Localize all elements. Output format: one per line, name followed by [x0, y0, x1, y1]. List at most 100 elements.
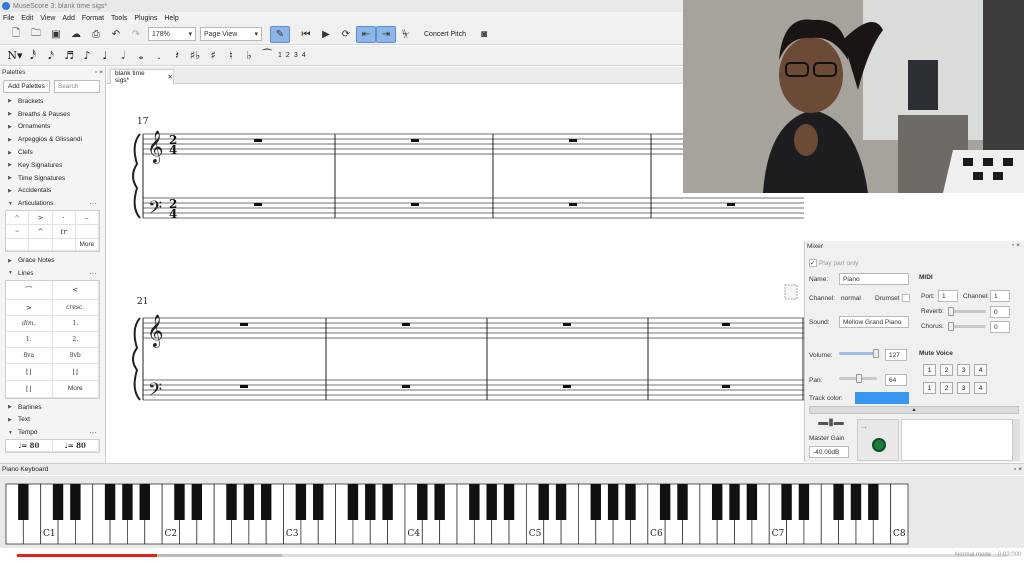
- close-icon[interactable]: ✕: [168, 73, 173, 81]
- video-progress-track[interactable]: [17, 554, 1007, 557]
- loop-out-icon[interactable]: ⇥: [376, 25, 396, 43]
- palette-search-input[interactable]: Search: [53, 79, 100, 93]
- pan-slider-handle[interactable]: [856, 374, 862, 383]
- sound-select[interactable]: Mellow Grand Piano: [839, 316, 909, 328]
- pedal-bracket-icon[interactable]: ⌊⌋: [52, 364, 99, 381]
- eighth-note-icon[interactable]: ♪: [78, 48, 96, 64]
- black-key[interactable]: [590, 484, 601, 520]
- pan-spinbox[interactable]: 64: [885, 374, 907, 386]
- black-key[interactable]: [382, 484, 393, 520]
- voice-3-button[interactable]: 3: [292, 52, 300, 59]
- tempo-marking[interactable]: ♩= 80: [52, 440, 99, 453]
- port-spinbox[interactable]: 1: [938, 290, 958, 302]
- mixer-scrollbar[interactable]: [1013, 419, 1020, 461]
- add-palettes-button[interactable]: Add Palettes: [3, 79, 50, 93]
- track-color-swatch[interactable]: [855, 392, 909, 404]
- marcato-icon[interactable]: ^: [29, 225, 53, 240]
- reverb-spinbox[interactable]: 0: [990, 306, 1010, 318]
- mute-voice-4-staff2[interactable]: 4: [974, 382, 987, 394]
- black-key[interactable]: [798, 484, 810, 520]
- palette-key-signatures[interactable]: ▶ Key Signatures: [0, 159, 105, 172]
- palette-text[interactable]: ▶ Text: [0, 414, 105, 427]
- mute-knob-icon[interactable]: [872, 438, 886, 452]
- black-key[interactable]: [711, 484, 723, 520]
- palette-arpeggios[interactable]: ▶ Arpeggios & Glissandi: [0, 133, 105, 146]
- black-key[interactable]: [625, 484, 636, 520]
- black-key[interactable]: [18, 484, 29, 520]
- mute-voice-3-staff2[interactable]: 3: [957, 382, 970, 394]
- black-key[interactable]: [104, 484, 116, 520]
- volume-spinbox[interactable]: 127: [885, 349, 907, 361]
- rest-icon[interactable]: 𝄽: [168, 48, 186, 64]
- mute-voice-3-staff1[interactable]: 3: [957, 364, 970, 376]
- menu-file[interactable]: File: [3, 15, 14, 22]
- menu-view[interactable]: View: [40, 15, 55, 22]
- menu-plugins[interactable]: Plugins: [134, 15, 157, 22]
- palette-articulations[interactable]: ▼ Articulations ···: [0, 197, 105, 210]
- augmentation-dot-icon[interactable]: .: [150, 48, 168, 64]
- piano-keys[interactable]: C1 C2 C3 C4 C5 C6 C7 C8: [0, 476, 1024, 548]
- black-key[interactable]: [555, 484, 567, 520]
- score-tab[interactable]: blank time sigs* ✕: [110, 69, 174, 84]
- black-key[interactable]: [260, 484, 272, 520]
- black-key[interactable]: [729, 484, 740, 520]
- black-key[interactable]: [677, 484, 688, 520]
- tenuto-icon[interactable]: –: [75, 211, 99, 226]
- rewind-icon[interactable]: ⏮: [296, 26, 316, 43]
- panel-float-close-icon[interactable]: ▫ ×: [95, 69, 103, 76]
- menu-tools[interactable]: Tools: [111, 15, 127, 22]
- sharp-icon[interactable]: ♯: [204, 48, 222, 64]
- black-key[interactable]: [70, 484, 81, 520]
- mute-voice-2-staff1[interactable]: 2: [940, 364, 953, 376]
- collapse-details-button[interactable]: ▲: [809, 406, 1019, 414]
- view-mode-select[interactable]: Page View ▾: [200, 27, 262, 41]
- black-key[interactable]: [243, 484, 255, 520]
- quarter-note-icon[interactable]: ♩: [96, 48, 114, 64]
- black-key[interactable]: [347, 484, 359, 520]
- dim-line[interactable]: dim.: [6, 316, 53, 333]
- black-key[interactable]: [659, 484, 671, 520]
- mute-voice-4-staff1[interactable]: 4: [974, 364, 987, 376]
- black-key[interactable]: [313, 484, 324, 520]
- tempo-marking[interactable]: ♩= 80: [6, 440, 53, 453]
- menu-add[interactable]: Add: [62, 15, 74, 22]
- slur-icon[interactable]: ⌒: [6, 280, 53, 300]
- crescendo-hairpin-icon[interactable]: <: [52, 280, 99, 300]
- volume-slider-handle[interactable]: [873, 349, 879, 358]
- mute-voice-1-staff1[interactable]: 1: [923, 364, 936, 376]
- palette-barlines[interactable]: ▶ Barlines: [0, 401, 105, 414]
- accent-icon[interactable]: >: [29, 211, 53, 226]
- arrow-right-icon[interactable]: →: [860, 422, 868, 431]
- whole-note-icon[interactable]: 𝅝: [132, 48, 150, 64]
- black-key[interactable]: [746, 484, 758, 520]
- flat-icon[interactable]: ♭: [240, 48, 258, 64]
- trill-icon[interactable]: tr: [52, 225, 76, 240]
- volta-2-line[interactable]: 2.: [52, 332, 99, 349]
- cloud-save-icon[interactable]: ☁: [66, 26, 86, 43]
- fermata-icon[interactable]: 𝄐: [6, 211, 30, 226]
- black-key[interactable]: [295, 484, 307, 520]
- ottava-alta-line[interactable]: 8va: [6, 348, 53, 365]
- more-options-icon[interactable]: ···: [89, 199, 97, 208]
- palette-brackets[interactable]: ▶ Brackets: [0, 95, 105, 108]
- more-options-icon[interactable]: ···: [89, 428, 97, 437]
- tie-icon[interactable]: ⁀: [258, 48, 276, 64]
- new-file-icon[interactable]: 🗋: [6, 26, 26, 43]
- black-key[interactable]: [503, 484, 515, 520]
- camera-icon[interactable]: ◙: [474, 26, 494, 43]
- menu-edit[interactable]: Edit: [21, 15, 33, 22]
- loop-in-icon[interactable]: ⇤: [356, 25, 376, 43]
- menu-format[interactable]: Format: [82, 15, 104, 22]
- voice-1-button[interactable]: 1: [276, 52, 284, 59]
- palette-grace-notes[interactable]: ▶ Grace Notes: [0, 254, 105, 267]
- fermata-below-icon[interactable]: 𝄑: [6, 225, 30, 240]
- volta-1-open-line[interactable]: 1.: [6, 332, 53, 349]
- voice-2-button[interactable]: 2: [284, 52, 292, 59]
- black-key[interactable]: [191, 484, 203, 520]
- voice-4-button[interactable]: 4: [300, 52, 308, 59]
- play-icon[interactable]: ▶: [316, 26, 336, 43]
- play-part-only-checkbox[interactable]: ✓: [809, 259, 817, 267]
- print-icon[interactable]: ⎙: [86, 26, 106, 43]
- lines-more-button[interactable]: More: [52, 380, 99, 398]
- midi-channel-spinbox[interactable]: 1: [990, 290, 1010, 302]
